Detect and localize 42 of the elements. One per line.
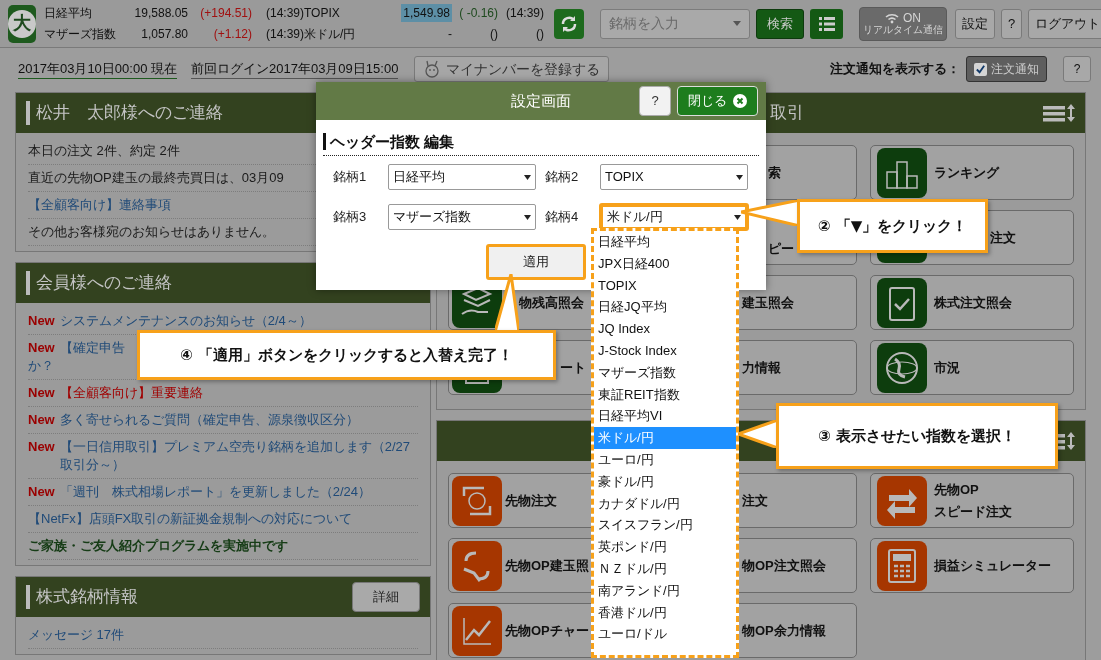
field-label: 銘柄3 xyxy=(333,208,368,227)
new-label: New xyxy=(28,411,55,429)
instruction-tooltip: ③ 表示させたい指数を選択！ xyxy=(776,403,1058,469)
logo-mark: 大 xyxy=(8,9,36,38)
new-label: New xyxy=(28,483,55,501)
panel-title: 会員様へのご連絡 xyxy=(26,271,172,295)
notify-label: 注文通知を表示する： xyxy=(830,60,960,79)
notice-text: 直近の先物OP建玉の最終売買日は、03月09 xyxy=(28,169,284,187)
index-time: (14:39) xyxy=(505,5,544,22)
notice-text: その他お客様宛のお知らせはありません。 xyxy=(28,223,275,241)
field-label: 銘柄1 xyxy=(333,168,368,187)
index-name: マザーズ指数 xyxy=(44,26,116,43)
notice-text: ご家族・ご友人紹介プログラムを実施中です xyxy=(28,537,288,555)
index-value: 1,549.98 xyxy=(401,4,452,22)
index-change: (+194.51) xyxy=(200,5,252,22)
last-login: 前回ログイン2017年03月09日15:00 xyxy=(191,58,399,80)
index-value: 1,057.80 xyxy=(141,26,188,43)
instruction-tooltip: ④ 「適用」ボタンをクリックすると入替え完了！ xyxy=(137,330,556,380)
new-label: New xyxy=(28,312,55,330)
index-value: - xyxy=(448,26,452,43)
index-time: (14:39) xyxy=(265,5,304,22)
new-label: New xyxy=(28,384,55,402)
index-time: (14:39) xyxy=(265,26,304,43)
notice-text: 本日の注文 2件、約定 2件 xyxy=(28,142,180,160)
field-label: 銘柄4 xyxy=(545,208,580,227)
index-change: () xyxy=(490,26,498,43)
index-change: (+1.12) xyxy=(213,26,252,43)
index-name: TOPIX xyxy=(304,5,341,22)
index-name: 米ドル/円 xyxy=(304,26,357,43)
index-change: ( -0.16) xyxy=(459,5,498,22)
panel-title: 株式銘柄情報 xyxy=(26,585,138,609)
field-label: 銘柄2 xyxy=(545,168,580,187)
new-label: New xyxy=(28,438,55,456)
dialog-title: 設定画面 xyxy=(511,90,571,111)
new-label: New xyxy=(28,339,55,357)
index-name: 日経平均 xyxy=(44,5,93,22)
index-value: 19,588.05 xyxy=(134,5,188,22)
panel-title: 松井 太郎様へのご連絡 xyxy=(26,101,223,125)
current-datetime: 2017年03月10日00:00 現在 xyxy=(18,58,177,80)
index-time: () xyxy=(536,26,544,43)
instruction-tooltip: ② 「▼」をクリック！ xyxy=(797,199,988,253)
section-title: ヘッダー指数 編集 xyxy=(323,133,455,150)
